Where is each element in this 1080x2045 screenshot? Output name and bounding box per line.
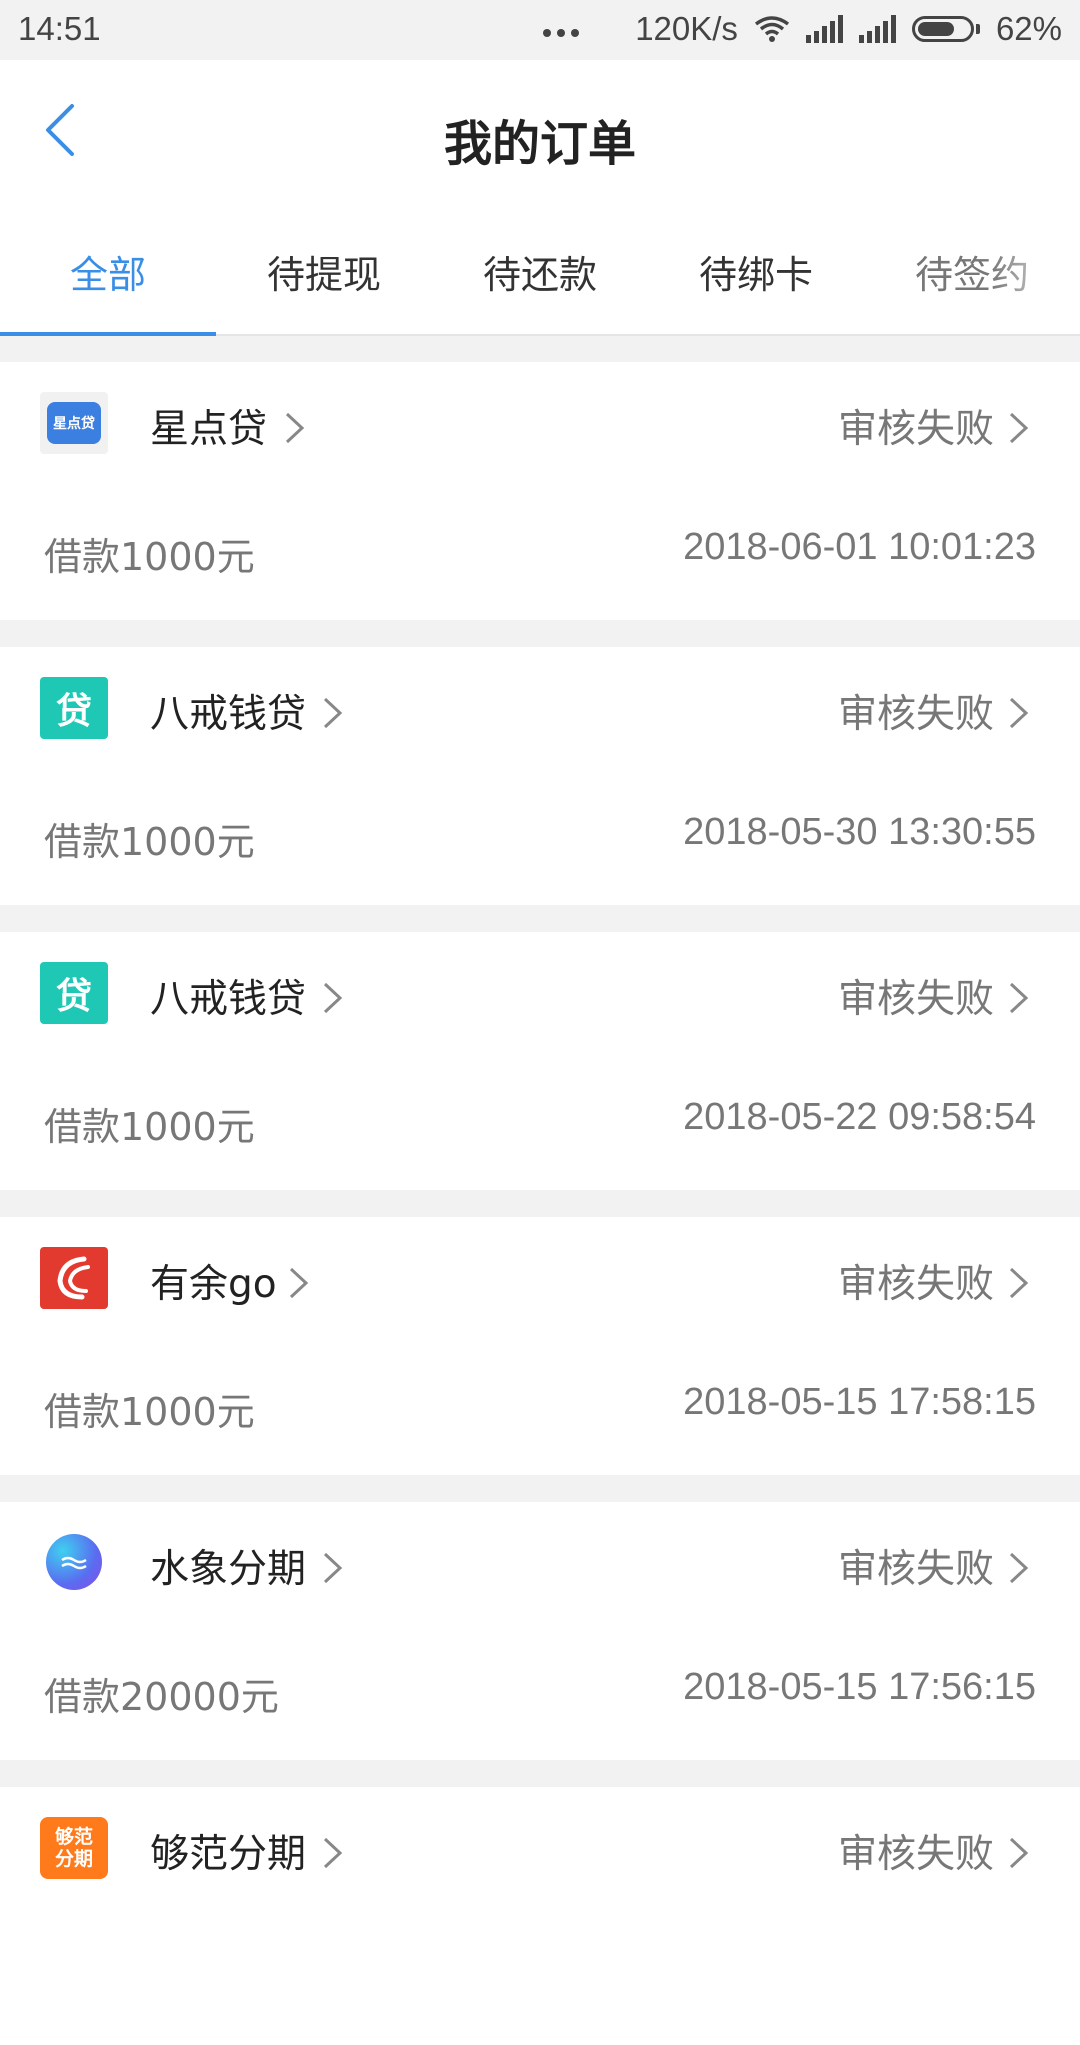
order-amount: 借款1000元 — [44, 535, 255, 579]
bajie-logo-icon: 贷 — [40, 677, 108, 739]
chevron-right-icon — [285, 412, 305, 444]
more-dots-icon — [543, 29, 580, 37]
order-card[interactable]: 贷 八戒钱贷 审核失败 借款1000元 2018-05-30 13:30:55 — [0, 647, 1080, 905]
battery-icon — [911, 16, 980, 42]
tab-pending-sign[interactable]: 待签约 — [864, 244, 1080, 299]
order-amount: 借款1000元 — [44, 1105, 255, 1149]
page-title: 我的订单 — [443, 116, 636, 172]
chevron-right-icon — [1009, 1837, 1029, 1869]
order-app-name[interactable]: 星点贷 — [150, 398, 267, 454]
youyugo-logo-mark — [57, 1256, 90, 1300]
order-time: 2018-05-15 17:58:15 — [683, 1381, 1036, 1423]
status-bar: 14:51 120K/s 62% — [0, 0, 1080, 60]
order-amount: 借款1000元 — [44, 820, 255, 864]
chevron-right-icon — [289, 1267, 309, 1299]
tab-active-indicator — [0, 332, 216, 336]
xingdiandai-logo-icon: 星点贷 — [40, 392, 108, 454]
order-status[interactable]: 审核失败 — [838, 683, 994, 739]
order-status[interactable]: 审核失败 — [838, 1823, 994, 1879]
goufan-logo-icon: 够范分期 — [40, 1817, 108, 1879]
order-status[interactable]: 审核失败 — [838, 1253, 994, 1309]
order-card[interactable]: 有余go 审核失败 借款1000元 2018-05-15 17:58:15 — [0, 1217, 1080, 1475]
tab-pending-repay[interactable]: 待还款 — [432, 244, 648, 299]
order-card[interactable]: 贷 八戒钱贷 审核失败 借款1000元 2018-05-22 09:58:54 — [0, 932, 1080, 1190]
order-status[interactable]: 审核失败 — [838, 398, 994, 454]
chevron-right-icon — [1009, 1552, 1029, 1584]
order-status[interactable]: 审核失败 — [838, 968, 994, 1024]
order-card[interactable]: 水象分期 审核失败 借款20000元 2018-05-15 17:56:15 — [0, 1502, 1080, 1760]
chevron-right-icon — [323, 697, 343, 729]
youyugo-logo-icon — [40, 1247, 108, 1309]
order-amount: 借款1000元 — [44, 1390, 255, 1434]
order-status[interactable]: 审核失败 — [838, 1538, 994, 1594]
chevron-right-icon — [323, 1837, 343, 1869]
shuixiang-logo-icon — [46, 1534, 102, 1590]
shuixiang-wave-mark — [61, 1556, 87, 1570]
network-speed: 120K/s — [635, 10, 738, 47]
battery-percent: 62% — [995, 10, 1062, 47]
order-time: 2018-06-01 10:01:23 — [683, 526, 1036, 568]
chevron-right-icon — [1009, 697, 1029, 729]
chevron-right-icon — [323, 1552, 343, 1584]
order-card[interactable]: 够范分期 够范分期 审核失败 — [0, 1787, 1080, 2045]
signal-icon-1 — [805, 15, 843, 43]
header: 我的订单 — [0, 60, 1080, 210]
order-card[interactable]: 星点贷 星点贷 审核失败 借款1000元 2018-06-01 10:01:23 — [0, 362, 1080, 620]
tab-all[interactable]: 全部 — [0, 244, 216, 299]
chevron-right-icon — [1009, 1267, 1029, 1299]
tab-bar: 全部 待提现 待还款 待绑卡 待签约 — [0, 210, 1080, 336]
order-app-name[interactable]: 有余go — [150, 1253, 277, 1309]
tab-pending-bind-card[interactable]: 待绑卡 — [648, 244, 864, 299]
order-time: 2018-05-15 17:56:15 — [683, 1666, 1036, 1708]
order-app-name[interactable]: 够范分期 — [150, 1823, 306, 1879]
signal-icon-2 — [858, 15, 896, 43]
order-time: 2018-05-22 09:58:54 — [683, 1096, 1036, 1138]
order-amount: 借款20000元 — [44, 1675, 279, 1719]
wifi-icon — [754, 16, 789, 42]
chevron-right-icon — [1009, 982, 1029, 1014]
order-app-name[interactable]: 水象分期 — [150, 1538, 306, 1594]
xingdiandai-logo-text: 星点贷 — [47, 402, 101, 444]
status-right: 120K/s 62% — [543, 10, 1062, 48]
tab-pending-withdraw[interactable]: 待提现 — [216, 244, 432, 299]
bajie-logo-icon: 贷 — [40, 962, 108, 1024]
status-time: 14:51 — [18, 10, 101, 47]
chevron-right-icon — [323, 982, 343, 1014]
order-app-name[interactable]: 八戒钱贷 — [150, 968, 306, 1024]
chevron-right-icon — [1009, 412, 1029, 444]
order-time: 2018-05-30 13:30:55 — [683, 811, 1036, 853]
order-app-name[interactable]: 八戒钱贷 — [150, 683, 306, 739]
